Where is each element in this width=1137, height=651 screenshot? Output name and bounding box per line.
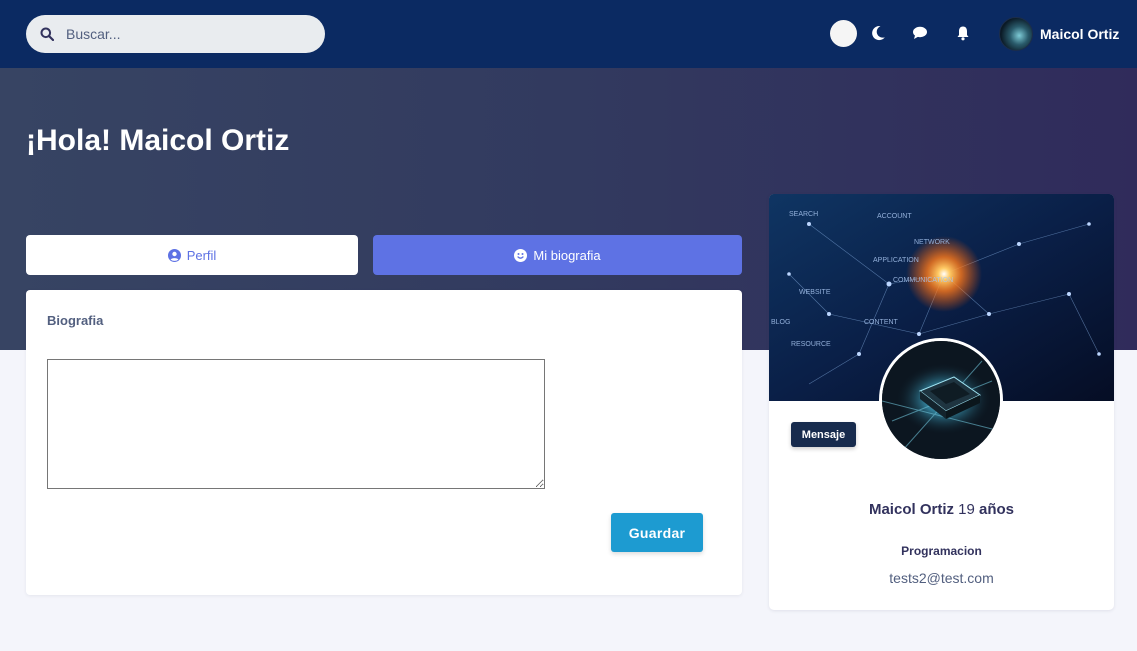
tab-perfil[interactable]: Perfil bbox=[26, 235, 358, 275]
bell-icon[interactable] bbox=[956, 25, 970, 41]
save-button[interactable]: Guardar bbox=[611, 513, 703, 552]
chat-icon[interactable] bbox=[912, 26, 928, 40]
biography-card-title: Biografia bbox=[47, 313, 104, 328]
tab-perfil-label: Perfil bbox=[186, 247, 217, 263]
cover-word: APPLICATION bbox=[873, 257, 919, 264]
tab-mi-biografia[interactable]: Mi biografia bbox=[373, 235, 742, 275]
cover-word: SEARCH bbox=[789, 211, 818, 218]
user-menu[interactable]: Maicol Ortiz bbox=[999, 17, 1119, 51]
search-box[interactable] bbox=[26, 15, 325, 53]
cover-word: BLOG bbox=[771, 319, 790, 326]
cover-word: ACCOUNT bbox=[877, 213, 912, 220]
biography-card: Biografia Guardar bbox=[26, 290, 742, 595]
profile-age-unit: años bbox=[979, 501, 1015, 518]
profile-role: Programacion bbox=[901, 544, 982, 558]
profile-avatar bbox=[879, 338, 1003, 462]
avatar bbox=[999, 17, 1033, 51]
cover-word: CONTENT bbox=[864, 319, 899, 326]
top-navbar: Maicol Ortiz bbox=[0, 0, 1137, 68]
profile-name: Maicol Ortiz bbox=[868, 501, 954, 518]
cover-word: WEBSITE bbox=[799, 289, 831, 296]
search-input[interactable] bbox=[64, 25, 298, 43]
biography-textarea[interactable] bbox=[47, 359, 545, 489]
cover-word: RESOURCE bbox=[791, 341, 831, 348]
search-icon bbox=[40, 27, 54, 41]
cover-word: NETWORK bbox=[914, 239, 950, 246]
message-button[interactable]: Mensaje bbox=[791, 422, 856, 447]
profile-name-line: Maicol Ortiz 19 años bbox=[769, 501, 1114, 518]
page-title: ¡Hola! Maicol Ortiz bbox=[26, 124, 290, 157]
user-name: Maicol Ortiz bbox=[1040, 26, 1120, 42]
theme-toggle-button[interactable] bbox=[830, 20, 857, 47]
user-circle-icon bbox=[167, 248, 181, 262]
smile-icon bbox=[514, 248, 528, 262]
tab-mi-biografia-label: Mi biografia bbox=[533, 247, 601, 263]
cover-word: COMMUNICATION bbox=[893, 277, 953, 284]
moon-icon[interactable] bbox=[871, 25, 886, 41]
profile-age-number: 19 bbox=[958, 501, 975, 518]
profile-email: tests2@test.com bbox=[889, 570, 994, 586]
profile-card: SEARCH ACCOUNT NETWORK APPLICATION COMMU… bbox=[769, 194, 1114, 610]
